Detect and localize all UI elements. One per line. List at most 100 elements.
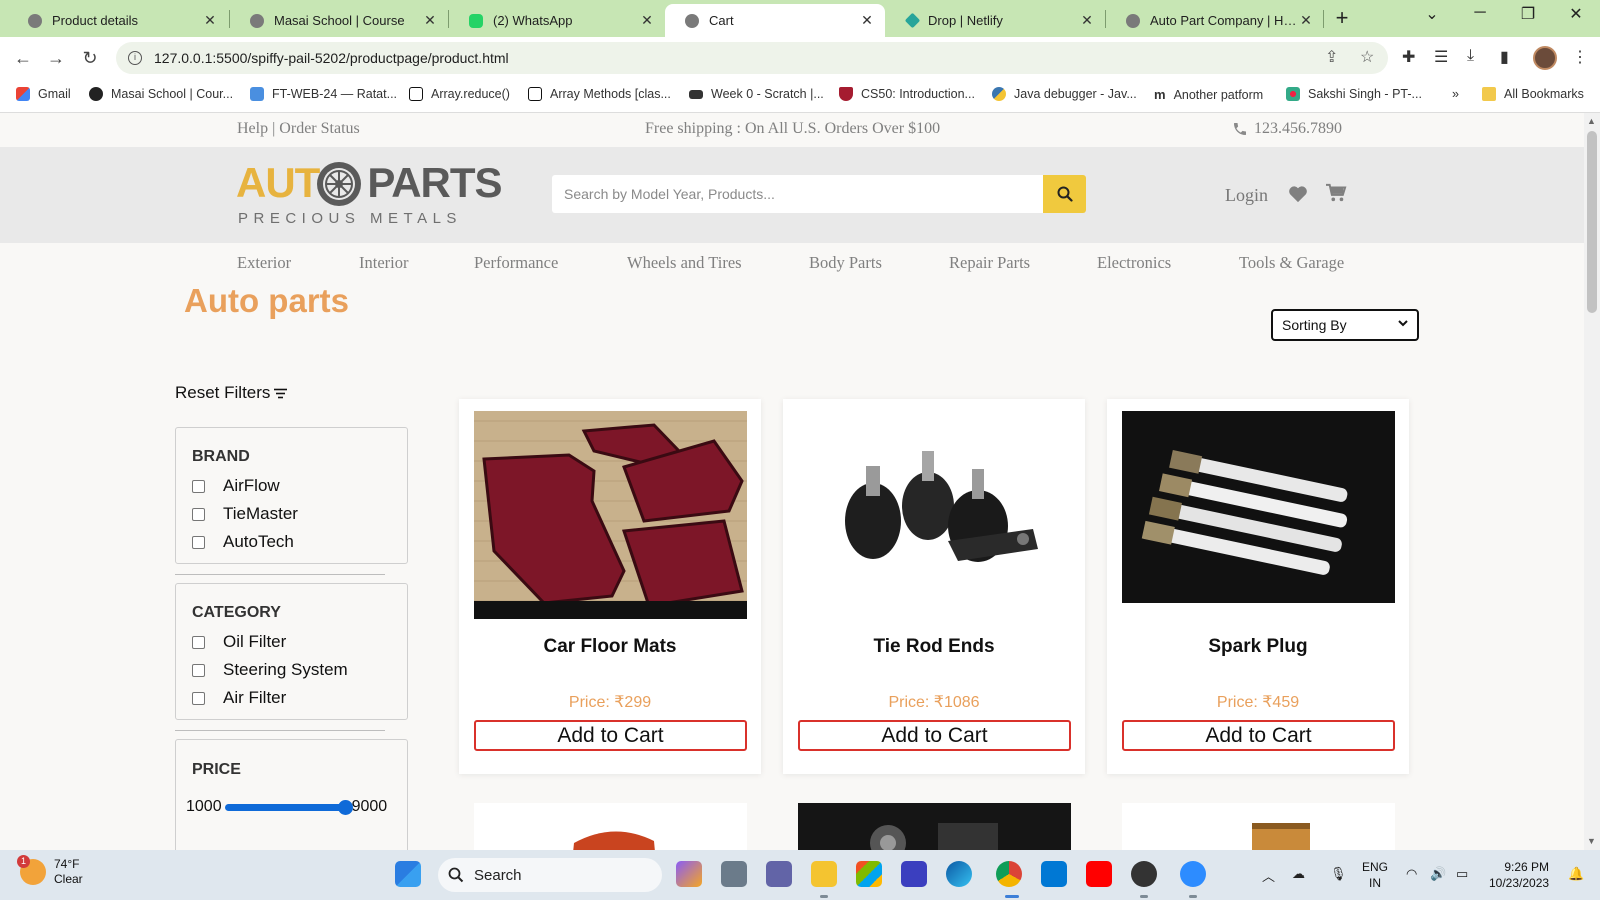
chrome-icon[interactable]	[996, 861, 1022, 887]
bookmarks-overflow-chevron[interactable]: »	[1452, 87, 1459, 101]
side-panel-icon[interactable]: ▮	[1500, 47, 1509, 67]
nav-body-parts[interactable]: Body Parts	[809, 253, 882, 273]
wifi-icon[interactable]: ◠	[1406, 866, 1417, 882]
page-scrollbar[interactable]: ▲ ▼	[1584, 113, 1600, 850]
bookmark-sakshi-singh[interactable]: Sakshi Singh - PT-...	[1286, 87, 1422, 101]
product-name[interactable]: Spark Plug	[1107, 636, 1409, 658]
edge-browser-icon[interactable]	[946, 861, 972, 887]
scrollbar-thumb[interactable]	[1587, 131, 1597, 313]
sort-select[interactable]: Sorting By	[1271, 309, 1419, 341]
scroll-up-icon[interactable]: ▲	[1587, 116, 1596, 126]
checkbox[interactable]	[192, 691, 205, 705]
cart-icon[interactable]	[1325, 183, 1347, 203]
volume-icon[interactable]: 🔊	[1430, 866, 1446, 882]
product-card-spark-plug[interactable]: Spark Plug Price: ₹459 Add to Cart	[1107, 399, 1409, 774]
language-indicator[interactable]: ENG IN	[1362, 859, 1388, 891]
add-to-cart-button[interactable]: Add to Cart	[1122, 720, 1395, 751]
product-card-car-floor-mats[interactable]: Car Floor Mats Price: ₹299 Add to Cart	[459, 399, 761, 774]
product-card-partial[interactable]	[1122, 803, 1395, 850]
taskbar-search[interactable]: Search	[438, 858, 662, 892]
product-image-tie-rod-ends[interactable]	[798, 411, 1071, 619]
brand-option-airflow[interactable]: AirFlow	[192, 476, 280, 496]
checkbox[interactable]	[192, 479, 205, 493]
brand-option-autotech[interactable]: AutoTech	[192, 532, 294, 552]
reset-filters-button[interactable]: Reset Filters	[175, 383, 288, 403]
price-slider-track[interactable]	[224, 799, 353, 815]
checkbox[interactable]	[192, 663, 205, 677]
nav-repair-parts[interactable]: Repair Parts	[949, 253, 1030, 273]
youtube-icon[interactable]	[1086, 861, 1112, 887]
site-info-icon[interactable]: i	[128, 51, 142, 65]
teams-chat-icon[interactable]	[766, 861, 792, 887]
notification-bell-icon[interactable]: 🔔	[1568, 866, 1584, 882]
copilot-icon[interactable]	[676, 861, 702, 887]
bookmark-week0-scratch[interactable]: Week 0 - Scratch |...	[689, 87, 824, 101]
search-button[interactable]	[1043, 175, 1086, 213]
bookmark-gmail[interactable]: Gmail	[16, 87, 71, 101]
category-option-air-filter[interactable]: Air Filter	[192, 688, 286, 708]
extensions-puzzle-icon[interactable]: ✚	[1402, 47, 1415, 67]
checkbox[interactable]	[192, 507, 205, 521]
restore-icon[interactable]: ❐	[1508, 4, 1548, 24]
profile-avatar[interactable]	[1533, 46, 1557, 70]
product-image-spark-plug[interactable]	[1122, 411, 1395, 619]
product-name[interactable]: Car Floor Mats	[459, 636, 761, 658]
scroll-down-icon[interactable]: ▼	[1587, 836, 1596, 846]
help-order-status-link[interactable]: Help | Order Status	[237, 120, 360, 138]
back-arrow-icon[interactable]: ←	[10, 45, 36, 71]
task-view-icon[interactable]	[721, 861, 747, 887]
nav-electronics[interactable]: Electronics	[1097, 253, 1171, 273]
nav-interior[interactable]: Interior	[359, 253, 408, 273]
obs-icon[interactable]	[1131, 861, 1157, 887]
brand-option-tiemaster[interactable]: TieMaster	[192, 504, 298, 524]
category-option-steering-system[interactable]: Steering System	[192, 660, 348, 680]
all-bookmarks[interactable]: All Bookmarks	[1482, 87, 1584, 101]
window-close-icon[interactable]: ✕	[1556, 4, 1596, 24]
bookmark-another-platform[interactable]: m Another patform	[1154, 87, 1263, 102]
bookmark-masai[interactable]: Masai School | Cour...	[89, 87, 233, 101]
new-tab-plus-icon[interactable]: +	[1330, 6, 1354, 30]
tab-cart[interactable]: Cart ✕	[665, 4, 885, 37]
close-icon[interactable]: ✕	[1298, 12, 1314, 29]
wishlist-heart-icon[interactable]	[1288, 185, 1308, 203]
bookmark-java-debugger[interactable]: Java debugger - Jav...	[992, 87, 1137, 101]
add-to-cart-button[interactable]: Add to Cart	[798, 720, 1071, 751]
checkbox[interactable]	[192, 535, 205, 549]
product-card-partial[interactable]	[798, 803, 1071, 850]
nav-exterior[interactable]: Exterior	[237, 253, 291, 273]
reload-icon[interactable]: ↻	[77, 45, 103, 71]
microsoft-store-icon[interactable]	[856, 861, 882, 887]
battery-icon[interactable]: ▭	[1456, 866, 1468, 882]
weather-widget[interactable]: 1 74°F Clear	[17, 855, 83, 887]
windows-start-icon[interactable]	[395, 861, 421, 887]
category-option-oil-filter[interactable]: Oil Filter	[192, 632, 286, 652]
system-clock[interactable]: 9:26 PM 10/23/2023	[1489, 859, 1549, 891]
zoom-icon[interactable]	[1180, 861, 1206, 887]
close-icon[interactable]: ✕	[202, 12, 218, 29]
search-input[interactable]	[552, 175, 1043, 213]
address-bar[interactable]: i 127.0.0.1:5500/spiffy-pail-5202/produc…	[116, 42, 1388, 74]
menu-kebab-icon[interactable]: ⋮	[1572, 47, 1588, 67]
close-icon[interactable]: ✕	[859, 12, 875, 29]
product-name[interactable]: Tie Rod Ends	[783, 636, 1085, 658]
bookmark-star-icon[interactable]: ☆	[1360, 47, 1374, 67]
product-image-floor-mats[interactable]	[474, 411, 747, 619]
download-icon[interactable]: ⤓	[1467, 47, 1474, 65]
tab-auto-part-company[interactable]: Auto Part Company | Hom ✕	[1106, 4, 1324, 37]
add-to-cart-button[interactable]: Add to Cart	[474, 720, 747, 751]
price-slider-handle[interactable]	[337, 799, 353, 815]
onedrive-cloud-icon[interactable]: ☁	[1292, 866, 1305, 882]
close-icon[interactable]: ✕	[422, 12, 438, 29]
nav-wheels-and-tires[interactable]: Wheels and Tires	[627, 253, 742, 273]
nav-performance[interactable]: Performance	[474, 253, 558, 273]
bookmark-array-reduce[interactable]: Array.reduce()	[409, 87, 510, 101]
minimize-icon[interactable]: ─	[1460, 4, 1500, 22]
login-link[interactable]: Login	[1225, 185, 1268, 206]
tray-chevron-up-icon[interactable]: ︿	[1262, 866, 1275, 885]
microphone-icon[interactable]: 🎙	[1330, 866, 1347, 882]
autoparts-logo[interactable]: AUT PARTS PRECIOUS METALS	[236, 159, 503, 231]
share-icon[interactable]: ⇪	[1325, 47, 1338, 67]
bookmark-array-methods[interactable]: Array Methods [clas...	[528, 87, 671, 101]
bookmark-cs50[interactable]: CS50: Introduction...	[839, 87, 975, 101]
bookmark-ft-web[interactable]: FT-WEB-24 — Ratat...	[250, 87, 397, 101]
